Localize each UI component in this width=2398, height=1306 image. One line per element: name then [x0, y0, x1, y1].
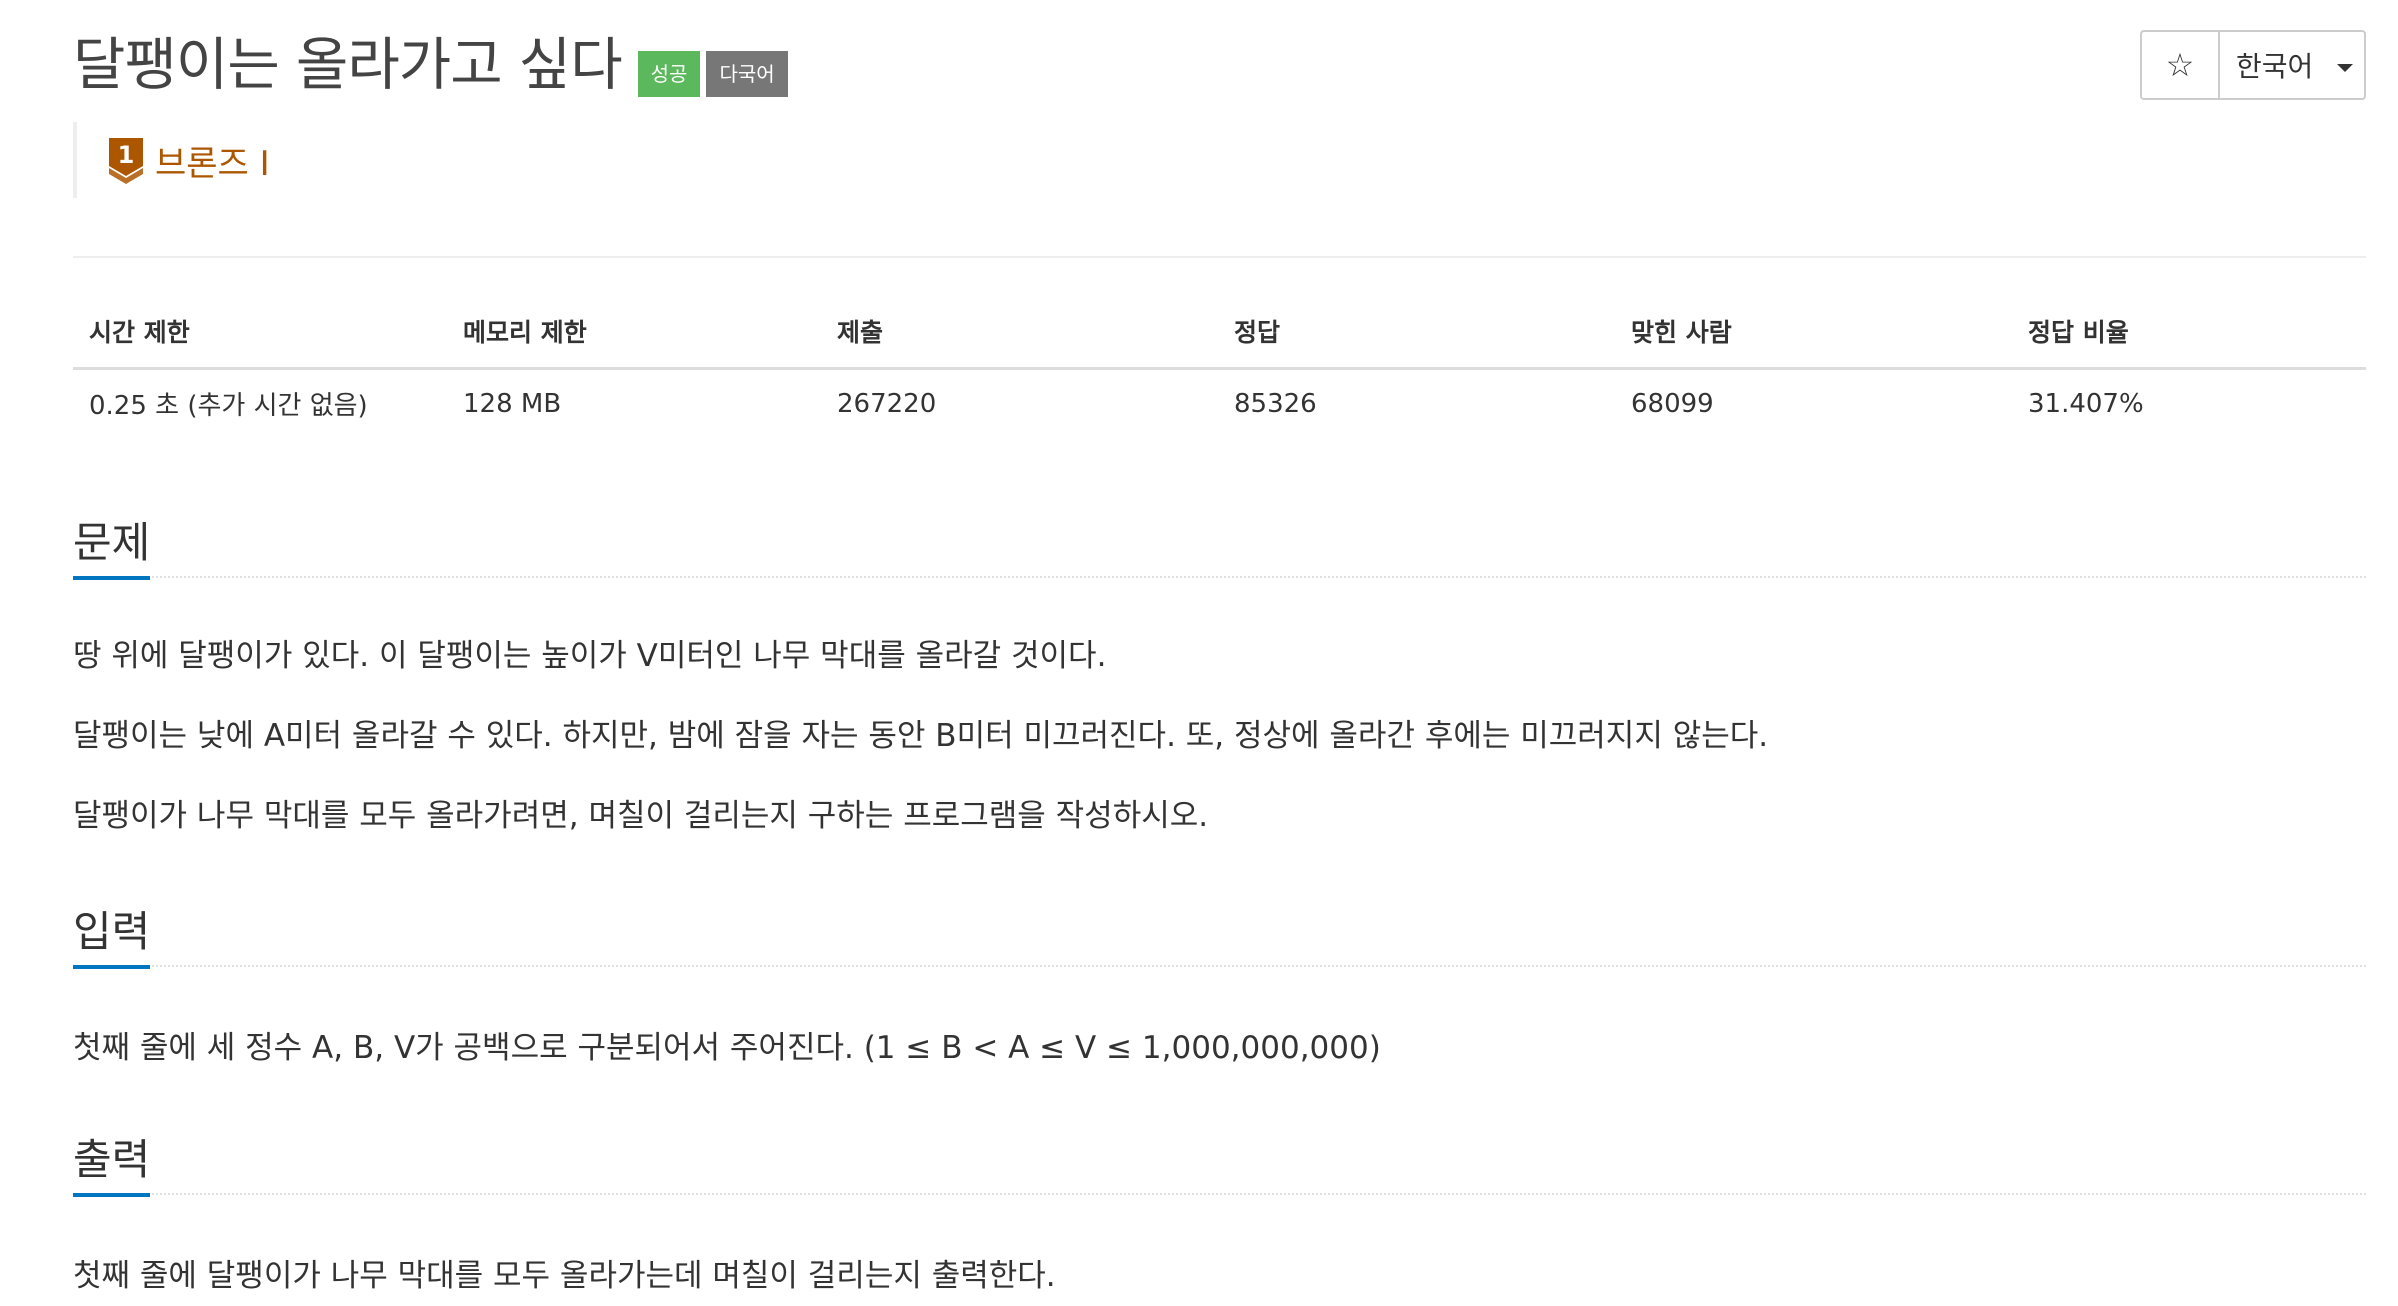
problem-paragraph: 땅 위에 달팽이가 있다. 이 달팽이는 높이가 V미터인 나무 막대를 올라갈…: [73, 638, 1107, 674]
multilang-label[interactable]: 다국어: [706, 51, 788, 97]
bronze-tier-icon: 1: [109, 138, 143, 184]
problem-page: 달팽이는 올라가고 싶다 성공 다국어 ☆ 한국어 1 브론즈 I 시간 제한 …: [0, 0, 2398, 1306]
header-memory-limit: 메모리 제한: [447, 296, 821, 370]
caret-down-icon: [2337, 64, 2354, 72]
cell-submissions[interactable]: 267220: [821, 368, 1218, 438]
problem-controls: ☆ 한국어: [2140, 30, 2366, 100]
cell-time-limit: 0.25 초 (추가 시간 없음): [89, 391, 368, 422]
success-label[interactable]: 성공: [637, 51, 701, 97]
star-icon: ☆: [2165, 46, 2195, 84]
cell-solved-users[interactable]: 68099: [1615, 368, 2012, 438]
section-title-input: 입력: [73, 899, 151, 969]
problem-info-table: 시간 제한 메모리 제한 제출 정답 맞힌 사람 정답 비율 0.25 초 (추…: [73, 296, 2366, 438]
table-row: 0.25 초 (추가 시간 없음) 128 MB 267220 85326 68…: [73, 368, 2366, 438]
header-accepted: 정답: [1218, 296, 1615, 370]
tier-number: 1: [118, 141, 135, 169]
cell-accept-ratio: 31.407%: [2028, 388, 2144, 419]
input-paragraph: 첫째 줄에 세 정수 A, B, V가 공백으로 구분되어서 주어진다. (1 …: [73, 1030, 1381, 1066]
problem-title: 달팽이는 올라가고 싶다: [73, 32, 623, 98]
section-title-output: 출력: [73, 1127, 151, 1197]
header-submissions: 제출: [821, 296, 1218, 370]
section-title-problem: 문제: [73, 510, 151, 580]
problem-paragraph: 달팽이가 나무 막대를 모두 올라가려면, 며칠이 걸리는지 구하는 프로그램을…: [73, 798, 1209, 834]
header-accept-ratio: 정답 비율: [2012, 296, 2366, 370]
favorite-star-button[interactable]: ☆: [2142, 32, 2220, 98]
header-time-limit: 시간 제한: [73, 296, 447, 370]
output-paragraph: 첫째 줄에 달팽이가 나무 막대를 모두 올라가는데 며칠이 걸리는지 출력한다…: [73, 1258, 1056, 1294]
problem-paragraph: 달팽이는 낮에 A미터 올라갈 수 있다. 하지만, 밤에 잠을 자는 동안 B…: [73, 718, 1769, 754]
cell-memory-limit: 128 MB: [463, 388, 562, 419]
title-row: 달팽이는 올라가고 싶다 성공 다국어: [73, 30, 788, 100]
input-section-header: 입력: [73, 897, 2366, 969]
divider: [73, 256, 2366, 258]
cell-accepted: 85326: [1234, 388, 1317, 419]
tier-block: 1 브론즈 I: [73, 122, 270, 198]
problem-description-header: 문제: [73, 508, 2366, 580]
header-solved-users: 맞힌 사람: [1615, 296, 2012, 370]
output-section-header: 출력: [73, 1125, 2366, 1197]
language-dropdown[interactable]: 한국어: [2220, 32, 2364, 98]
tier-name[interactable]: 브론즈 I: [155, 136, 270, 185]
language-label: 한국어: [2236, 50, 2314, 83]
table-header-row: 시간 제한 메모리 제한 제출 정답 맞힌 사람 정답 비율: [73, 296, 2366, 370]
